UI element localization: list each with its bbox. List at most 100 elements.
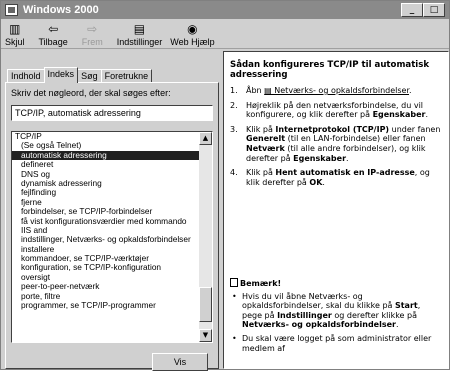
scroll-down-icon[interactable]: ▼ <box>199 329 212 342</box>
keyword-input[interactable]: TCP/IP, automatisk adressering <box>11 105 213 121</box>
index-list-item[interactable]: forbindelser, se TCP/IP-forbindelser <box>12 207 200 216</box>
text-run: . <box>425 110 428 120</box>
index-list-item[interactable]: fjerne <box>12 198 200 207</box>
text-run: Egenskaber <box>293 153 347 163</box>
text-run: Åbn <box>246 86 265 95</box>
text-run: Generelt <box>246 134 286 144</box>
step-item: 3. Klik på Internetprotokol (TCP/IP) unde… <box>230 125 442 163</box>
bullet-icon: • <box>232 291 237 301</box>
bullet-text: Hvis du vil åbne Netværks- og opkaldsfor… <box>242 292 442 330</box>
options-button[interactable]: ▤ Indstillinger <box>113 23 167 48</box>
index-list-item[interactable]: defineret <box>12 160 200 169</box>
text-run: Klik på <box>246 124 276 134</box>
index-list-item[interactable]: konfiguration, se TCP/IP-konfiguration <box>12 263 200 272</box>
index-list-item[interactable]: automatisk adressering <box>12 150 200 161</box>
text-run: under fanen <box>389 124 441 134</box>
index-list-item[interactable]: peer-to-peer-netværk <box>12 282 200 291</box>
step-number: 2. <box>230 100 238 110</box>
forward-arrow-icon: ⇨ <box>87 22 98 36</box>
bullet-text: Du skal være logget på som administrator… <box>242 334 442 353</box>
index-list-item[interactable]: IIS and <box>12 226 200 235</box>
web-help-label: Web Hjælp <box>170 37 215 47</box>
text-run: Indstillinger <box>277 310 332 320</box>
maximize-button[interactable]: □ <box>423 3 445 17</box>
step-number: 1. <box>230 86 238 95</box>
step-text: Åbn ▤ Netværks- og opkaldsforbindelser. <box>246 86 442 96</box>
help-app-icon <box>5 4 18 16</box>
hide-label: Skjul <box>5 37 25 47</box>
minimize-button[interactable]: _ <box>401 3 423 17</box>
index-list-item[interactable]: indstillinger, Netværks- og opkaldsforbi… <box>12 235 200 244</box>
step-text: Klik på Internetprotokol (TCP/IP) under … <box>246 125 442 163</box>
index-list-item[interactable]: DNS og <box>12 170 200 179</box>
step-item: 1. Åbn ▤ Netværks- og opkaldsforbindelser… <box>230 86 442 96</box>
note-heading: Bemærk! <box>230 278 442 289</box>
index-list-item[interactable]: oversigt <box>12 273 200 282</box>
note-icon <box>230 278 238 287</box>
index-list[interactable]: TCP/IP (Se også Telnet) automatisk adresse… <box>11 131 213 343</box>
nav-tabs: Indhold Indeks Søg Foretrukne <box>7 67 153 83</box>
back-button[interactable]: ⇦ Tilbage <box>35 23 72 48</box>
index-panel: Skriv det nøgleord, der skal søges efter… <box>5 82 219 371</box>
forward-label: Frem <box>81 37 103 47</box>
tab-search[interactable]: Søg <box>77 69 102 83</box>
help-window: Windows 2000 _ □ ▥ Skjul ⇦ Tilbage ⇨ Fre… <box>0 0 450 371</box>
index-list-item[interactable]: kommandoer, se TCP/IP-værktøjer <box>12 254 200 263</box>
index-list-item[interactable]: dynamisk adressering <box>12 179 200 188</box>
tab-favorites[interactable]: Foretrukne <box>100 69 153 83</box>
window-controls: _ □ <box>401 3 445 17</box>
text-run: . <box>395 320 399 330</box>
index-list-items: TCP/IP (Se også Telnet) automatisk adresse… <box>12 132 200 310</box>
text-run: Hent automatisk en IP-adresse <box>275 168 415 178</box>
text-run: . <box>346 153 349 163</box>
index-list-item[interactable]: installere <box>12 245 200 254</box>
options-label: Indstillinger <box>116 37 163 47</box>
hide-pane-icon: ▥ <box>9 22 21 36</box>
index-list-item[interactable]: porte, filtre <box>12 292 200 301</box>
help-link[interactable]: ▤ Netværks- og opkaldsforbindelser <box>264 86 409 95</box>
text-run: . <box>409 86 412 95</box>
back-label: Tilbage <box>38 37 68 47</box>
index-list-item[interactable]: (Se også Telnet) <box>12 141 200 150</box>
index-list-item[interactable]: TCP/IP <box>12 132 200 141</box>
text-run: Start <box>394 301 418 311</box>
step-number: 3. <box>230 124 238 134</box>
text-run: Egenskaber <box>372 110 426 120</box>
window-title: Windows 2000 <box>23 4 99 16</box>
back-arrow-icon: ⇦ <box>48 22 59 36</box>
note-section: Bemærk! • Hvis du vil åbne Netværks- og o… <box>230 278 442 357</box>
title-bar[interactable]: Windows 2000 _ □ <box>1 1 449 19</box>
text-run: Hvis du vil åbne Netværks- og opkaldsfor… <box>242 291 395 311</box>
text-run: (til en LAN-forbindelse) eller fanen <box>285 134 426 144</box>
note-bullets: • Hvis du vil åbne Netværks- og opkaldsfo… <box>230 292 442 354</box>
step-text: Klik på Hent automatisk en IP-adresse, o… <box>246 168 442 187</box>
index-list-item[interactable]: fejlfinding <box>12 188 200 197</box>
text-run: og derefter klikke på <box>331 310 417 320</box>
scroll-thumb[interactable] <box>199 287 212 322</box>
index-scrollbar[interactable]: ▲ ▼ <box>199 132 212 342</box>
text-run: Netværk <box>246 143 285 153</box>
topic-pane: Sådan konfigureres TCP/IP til automatisk… <box>223 51 449 369</box>
step-item: 2. Højreklik på den netværksforbindelse, … <box>230 101 442 120</box>
note-bullet: • Hvis du vil åbne Netværks- og opkaldsfo… <box>230 292 442 330</box>
index-list-item[interactable]: få vist konfigurationsværdier med komman… <box>12 217 200 226</box>
text-run: . <box>322 177 325 187</box>
show-button[interactable]: Vis <box>152 353 208 371</box>
note-heading-text: Bemærk! <box>240 279 282 288</box>
web-help-button[interactable]: ◉ Web Hjælp <box>166 23 218 48</box>
options-icon: ▤ <box>133 22 146 36</box>
toolbar: ▥ Skjul ⇦ Tilbage ⇨ Frem ▤ Indstillinger… <box>1 19 449 49</box>
keyword-prompt: Skriv det nøgleord, der skal søges efter… <box>11 88 171 98</box>
tab-index[interactable]: Indeks <box>43 67 79 83</box>
index-list-item[interactable]: programmer, se TCP/IP-programmer <box>12 301 200 310</box>
tab-contents[interactable]: Indhold <box>7 69 45 83</box>
text-run: Klik på <box>246 168 276 178</box>
text-run: Du skal være logget på som administrator… <box>242 333 432 353</box>
step-number: 4. <box>230 168 238 178</box>
text-run: Internetprotokol (TCP/IP) <box>275 124 390 134</box>
step-text: Højreklik på den netværksforbindelse, du… <box>246 101 442 120</box>
forward-button[interactable]: ⇨ Frem <box>78 23 107 48</box>
topic-steps: 1. Åbn ▤ Netværks- og opkaldsforbindelser… <box>230 86 442 192</box>
hide-button[interactable]: ▥ Skjul <box>1 23 29 48</box>
scroll-up-icon[interactable]: ▲ <box>199 132 212 145</box>
